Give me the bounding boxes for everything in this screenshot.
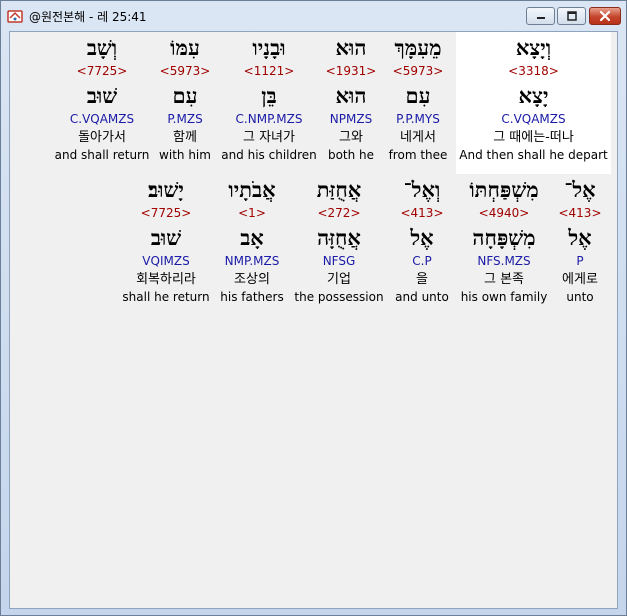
hebrew-word: אֲחֻזַּת [316,177,362,202]
korean-gloss: 그 본족 [483,272,524,287]
minimize-button[interactable] [526,7,555,25]
korean-gloss: 조상의 [234,272,270,287]
hebrew-word: וּבָנָיו [252,35,286,60]
hebrew-root: אֲחֻזָּה [317,225,361,250]
bible-app-icon [7,10,23,23]
strong-number[interactable]: <413> [390,206,454,220]
korean-gloss: 함께 [173,130,197,145]
english-gloss: both he [327,148,375,162]
english-gloss: with him [159,148,211,162]
english-gloss: the possession [294,290,384,304]
english-gloss: his own family [460,290,548,304]
hebrew-root: הוּא [335,83,367,108]
strong-number[interactable]: <4940> [458,206,550,220]
word-cell[interactable]: יָשׁוּב׃ <7725> שׁוּב VQIMZS 회복하리라 shall… [120,174,212,316]
korean-gloss: 돌아가서 [78,130,126,145]
hebrew-word: עִמּוֹ [170,35,200,60]
korean-gloss: 그 자녀가 [243,130,295,145]
morphology-code: NFSG [322,254,356,268]
morphology-code: P [576,254,584,268]
maximize-icon [566,11,577,21]
strong-number[interactable]: <5973> [385,64,451,78]
morphology-code: C.VQAMZS [69,112,135,126]
hebrew-word: אֶל־ [564,177,596,202]
word-cell[interactable]: אֲחֻזַּת <272> אֲחֻזָּה NFSG 기업 the poss… [292,174,386,316]
korean-gloss: 에게로 [562,272,598,287]
word-cell[interactable]: עִמּוֹ <5973> עִם P.MZS 함께 with him [154,32,216,174]
hebrew-word: וְשָׁב [86,35,118,60]
english-gloss: unto [566,290,594,304]
korean-gloss: 그 때에는-떠나 [493,130,574,145]
english-gloss: from thee [388,148,448,162]
word-cell[interactable]: וְאֶל־ <413> אֶל C.P 을 and unto [390,174,454,316]
hebrew-root: עִם [172,83,198,108]
english-gloss: and his children [221,148,317,162]
hebrew-root: יָצָא [518,83,549,108]
strong-number[interactable]: <1121> [220,64,318,78]
hebrew-word: וְאֶל־ [403,177,441,202]
morphology-code: P.MZS [167,112,203,126]
english-gloss: his fathers [220,290,284,304]
word-cell[interactable]: וּבָנָיו <1121> בֵּן C.NMP.MZS 그 자녀가 and… [220,32,318,174]
close-button[interactable] [589,7,621,25]
korean-gloss: 네게서 [400,130,436,145]
strong-number[interactable]: <5973> [154,64,216,78]
strong-number[interactable]: <1931> [322,64,380,78]
morphology-code: VQIMZS [142,254,190,268]
hebrew-root: שׁוּב [86,83,118,108]
korean-gloss: 회복하리라 [136,272,196,287]
hebrew-root: בֵּן [261,83,277,108]
minimize-icon [536,17,545,19]
word-cell[interactable]: אֲבֹתָיו <1> אָב NMP.MZS 조상의 his fathers [218,174,286,316]
morphology-code: NFS.MZS [477,254,531,268]
strong-number[interactable]: <1> [218,206,286,220]
app-window: @원전본해 - 레 25:41 וְיָצָא <3318> יָצָא C.V… [0,0,627,616]
morphology-code: C.P [412,254,432,268]
morphology-code: C.VQAMZS [501,112,566,126]
strong-number[interactable]: <413> [555,206,605,220]
word-cell[interactable]: הוּא <1931> הוּא NPMZS 그와 both he [322,32,380,174]
english-gloss: shall he return [122,290,210,304]
word-cell[interactable]: אֶל־ <413> אֶל P 에게로 unto [555,174,605,316]
hebrew-word: הוּא [335,35,367,60]
word-cell[interactable]: מִשְׁפַּחְתּוֹ <4940> מִשְׁפָּחָה NFS.MZ… [458,174,550,316]
morphology-code: NPMZS [329,112,373,126]
morphology-code: C.NMP.MZS [235,112,303,126]
hebrew-root: שׁוּב [150,225,182,250]
hebrew-word: וְיָצָא [515,35,552,60]
hebrew-word: אֲבֹתָיו [228,177,276,202]
strong-number[interactable]: <3318> [456,64,611,78]
morphology-code: P.P.MYS [396,112,440,126]
hebrew-word: יָשׁוּב׃ [148,177,184,202]
hebrew-root: מִשְׁפָּחָה [472,225,536,250]
hebrew-word: מֵעִמָּךְ [394,35,442,60]
word-cell[interactable]: מֵעִמָּךְ <5973> עִם P.P.MYS 네게서 from th… [385,32,451,174]
english-gloss: And then shall he depart [459,148,608,162]
korean-gloss: 을 [416,272,428,287]
korean-gloss: 그와 [339,130,363,145]
hebrew-root: אָב [240,225,264,250]
close-icon [599,10,611,22]
korean-gloss: 기업 [327,272,351,287]
hebrew-root: עִם [405,83,431,108]
hebrew-root: אֶל [410,225,434,250]
english-gloss: and unto [395,290,449,304]
window-title: @원전본해 - 레 25:41 [29,9,147,24]
maximize-button[interactable] [557,7,586,25]
morphology-code: NMP.MZS [224,254,280,268]
word-cell[interactable]: וְשָׁב <7725> שׁוּב C.VQAMZS 돌아가서 and sh… [54,32,150,174]
strong-number[interactable]: <7725> [54,64,150,78]
word-cell[interactable]: וְיָצָא <3318> יָצָא C.VQAMZS 그 때에는-떠나 A… [456,32,611,174]
english-gloss: and shall return [54,148,150,162]
hebrew-word: מִשְׁפַּחְתּוֹ [469,177,539,202]
hebrew-root: אֶל [568,225,592,250]
strong-number[interactable]: <272> [292,206,386,220]
strong-number[interactable]: <7725> [120,206,212,220]
interlinear-view[interactable]: וְיָצָא <3318> יָצָא C.VQAMZS 그 때에는-떠나 A… [9,31,618,609]
